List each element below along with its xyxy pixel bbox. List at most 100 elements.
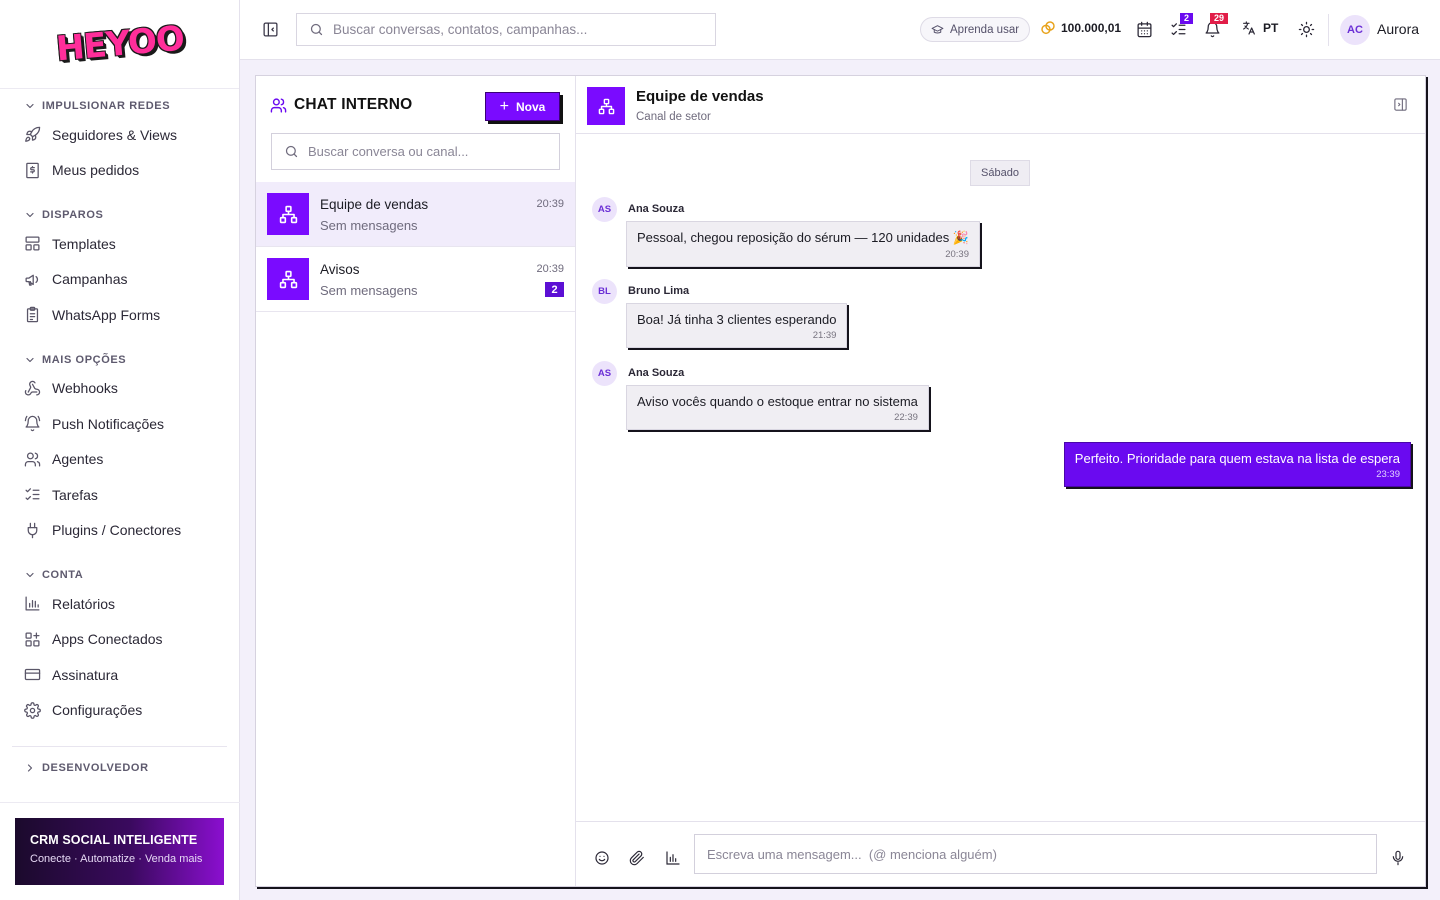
sidebar-item-tarefas[interactable]: Tarefas bbox=[0, 477, 239, 513]
users-icon bbox=[24, 452, 41, 467]
channel-avatar bbox=[267, 258, 309, 300]
new-chat-button[interactable]: + Nova bbox=[485, 92, 560, 121]
credits-value: 100.000,01 bbox=[1061, 21, 1122, 35]
sidebar-item-label: Tarefas bbox=[52, 486, 98, 503]
message-avatar: AS bbox=[592, 361, 617, 386]
message-text: Aviso vocês quando o estoque entrar no s… bbox=[637, 394, 918, 409]
sidebar-item-assinatura[interactable]: Assinatura bbox=[0, 657, 239, 693]
sidebar-item-meus-pedidos[interactable]: Meus pedidos bbox=[0, 153, 239, 189]
channel-avatar bbox=[267, 193, 309, 235]
sidebar-item-label: Push Notificações bbox=[52, 415, 165, 432]
paperclip-icon[interactable] bbox=[629, 850, 645, 866]
webhook-icon bbox=[24, 380, 41, 396]
credits-balance[interactable]: 100.000,01 bbox=[1040, 20, 1121, 36]
message-input[interactable] bbox=[694, 834, 1377, 874]
chevron-down-icon bbox=[26, 357, 34, 362]
message-bubble: Aviso vocês quando o estoque entrar no s… bbox=[626, 385, 929, 430]
user-name[interactable]: Aurora bbox=[1377, 21, 1419, 37]
network-icon bbox=[279, 270, 297, 288]
channel-avatar bbox=[587, 87, 625, 125]
section-label: CONTA bbox=[42, 569, 84, 581]
conversation-name: Avisos bbox=[320, 262, 360, 277]
learn-label: Aprenda usar bbox=[950, 23, 1020, 36]
sidebar-item-templates[interactable]: Templates bbox=[0, 226, 239, 262]
graduation-cap-icon bbox=[931, 25, 944, 34]
sidebar-item-relatorios[interactable]: Relatórios bbox=[0, 586, 239, 622]
message-composer bbox=[576, 821, 1425, 886]
date-separator: Sábado bbox=[970, 160, 1030, 186]
chat-pane: Equipe de vendas Canal de setor Sábado A… bbox=[576, 76, 1425, 886]
sidebar-item-campanhas[interactable]: Campanhas bbox=[0, 262, 239, 298]
global-search-input[interactable] bbox=[333, 22, 693, 37]
conversation-item-equipe-de-vendas[interactable]: Equipe de vendas Sem mensagens 20:39 bbox=[256, 182, 575, 247]
poll-icon[interactable] bbox=[665, 850, 681, 866]
sidebar-item-webhooks[interactable]: Webhooks bbox=[0, 371, 239, 407]
message-bubble: Pessoal, chegou reposição do sérum — 120… bbox=[626, 221, 980, 267]
sidebar-item-seguidores-views[interactable]: Seguidores & Views bbox=[0, 117, 239, 153]
promo-subtitle: Conecte · Automatize · Venda mais bbox=[30, 853, 203, 865]
sidebar-item-plugins-conectores[interactable]: Plugins / Conectores bbox=[0, 513, 239, 549]
message-author: Ana Souza bbox=[628, 367, 685, 379]
sidebar-toggle-icon[interactable] bbox=[262, 21, 279, 38]
language-switcher[interactable]: PT bbox=[1241, 20, 1278, 36]
user-avatar[interactable]: AC bbox=[1340, 15, 1370, 45]
sidebar-item-whatsapp-forms[interactable]: WhatsApp Forms bbox=[0, 297, 239, 333]
plus-icon: + bbox=[499, 97, 509, 115]
section-mais-opcoes[interactable]: MAIS OPÇÕES bbox=[0, 349, 239, 371]
message-author: Bruno Lima bbox=[628, 285, 690, 297]
sidebar-item-label: Apps Conectados bbox=[52, 631, 163, 648]
bell-ring-icon bbox=[24, 416, 41, 432]
sidebar-item-label: Agentes bbox=[52, 451, 104, 468]
microphone-icon[interactable] bbox=[1390, 850, 1406, 866]
conversation-item-avisos[interactable]: Avisos Sem mensagens 20:39 2 bbox=[256, 247, 575, 312]
section-impulsionar-redes[interactable]: IMPULSIONAR REDES bbox=[0, 95, 239, 117]
promo-title: CRM SOCIAL INTELIGENTE bbox=[30, 833, 198, 847]
conversation-search[interactable] bbox=[271, 133, 560, 170]
sidebar-item-label: Configurações bbox=[52, 702, 143, 719]
calendar-icon[interactable] bbox=[1136, 21, 1153, 38]
chat-subtitle: Canal de setor bbox=[636, 111, 711, 123]
search-icon bbox=[285, 145, 298, 158]
section-desenvolvedor[interactable]: DESENVOLVEDOR bbox=[0, 757, 239, 779]
new-chat-label: Nova bbox=[516, 99, 546, 114]
gear-icon bbox=[24, 701, 41, 719]
language-code: PT bbox=[1263, 21, 1279, 35]
sidebar-item-label: Templates bbox=[52, 235, 116, 252]
sidebar-item-push-notificacoes[interactable]: Push Notificações bbox=[0, 406, 239, 442]
message-time: 20:39 bbox=[945, 249, 969, 260]
chat-title: Equipe de vendas bbox=[636, 88, 764, 105]
rocket-icon bbox=[25, 127, 41, 143]
network-icon bbox=[598, 98, 614, 114]
tasks-badge: 2 bbox=[1180, 13, 1194, 24]
section-label: DESENVOLVEDOR bbox=[42, 762, 149, 774]
brand-logo[interactable]: HEYOO bbox=[54, 19, 185, 70]
promo-banner[interactable]: CRM SOCIAL INTELIGENTE Conecte · Automat… bbox=[15, 818, 224, 885]
network-icon bbox=[279, 205, 297, 223]
global-search[interactable] bbox=[296, 13, 716, 46]
list-checks-icon bbox=[25, 488, 40, 501]
emoji-icon[interactable] bbox=[594, 850, 610, 866]
sidebar-item-label: Plugins / Conectores bbox=[52, 522, 182, 539]
learn-button[interactable]: Aprenda usar bbox=[920, 17, 1031, 42]
sidebar-item-apps-conectados[interactable]: Apps Conectados bbox=[0, 622, 239, 658]
sidebar-divider bbox=[12, 746, 227, 747]
credit-card-icon bbox=[24, 669, 41, 681]
sidebar-item-agentes[interactable]: Agentes bbox=[0, 442, 239, 478]
sidebar-item-configuracoes[interactable]: Configurações bbox=[0, 693, 239, 729]
panel-right-icon[interactable] bbox=[1393, 97, 1408, 112]
sun-icon[interactable] bbox=[1298, 21, 1315, 38]
translate-icon bbox=[1243, 21, 1255, 35]
message-text: Pessoal, chegou reposição do sérum — 120… bbox=[637, 230, 969, 245]
conversation-preview: Sem mensagens bbox=[320, 218, 418, 233]
apps-icon bbox=[25, 632, 40, 647]
search-icon bbox=[310, 23, 323, 36]
sidebar-item-label: Webhooks bbox=[52, 380, 118, 397]
section-conta[interactable]: CONTA bbox=[0, 564, 239, 586]
unread-badge: 2 bbox=[545, 282, 564, 297]
clipboard-icon bbox=[26, 307, 39, 323]
chat-list-title: CHAT INTERNO bbox=[294, 96, 413, 113]
section-disparos[interactable]: DISPAROS bbox=[0, 204, 239, 226]
conversation-search-input[interactable] bbox=[308, 144, 548, 159]
sidebar-item-label: Assinatura bbox=[52, 666, 119, 683]
internal-chat-panel: CHAT INTERNO + Nova Equipe de vendas Sem… bbox=[255, 75, 1426, 887]
